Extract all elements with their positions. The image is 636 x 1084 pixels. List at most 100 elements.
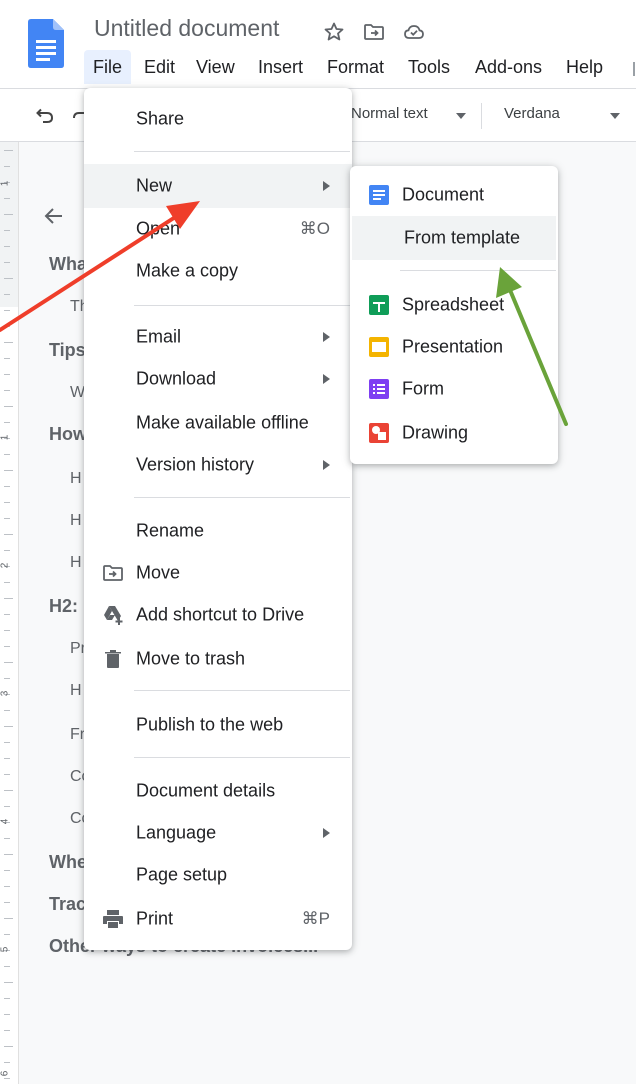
new-drawing[interactable]: Drawing [350, 413, 558, 453]
file-menu-trash[interactable]: Move to trash [84, 639, 352, 679]
menu-item-label: Language [136, 822, 217, 843]
ruler-tick [4, 310, 10, 311]
ruler-tick [4, 470, 13, 471]
menu-help[interactable]: Help [557, 50, 612, 84]
file-menu-move[interactable]: Move [84, 553, 352, 593]
file-menu-open[interactable]: Open ⌘O [84, 209, 352, 249]
submenu-arrow-icon [323, 181, 330, 191]
outline-subheading[interactable]: H [70, 554, 82, 572]
ruler-tick [4, 1046, 13, 1047]
outline-heading[interactable]: Tips [49, 340, 86, 361]
new-form[interactable]: Form [350, 369, 558, 409]
new-document[interactable]: Document [350, 175, 558, 215]
menu-item-label: Document details [136, 780, 276, 801]
new-from-template[interactable]: From template [352, 216, 556, 260]
ruler-tick [4, 550, 10, 551]
star-icon[interactable] [322, 20, 346, 44]
menu-tools[interactable]: Tools [399, 50, 459, 84]
menu-item-label: Make a copy [136, 260, 239, 281]
undo-icon[interactable] [34, 105, 56, 127]
ruler-tick [4, 374, 10, 375]
file-menu-download[interactable]: Download [84, 359, 352, 399]
docs-logo-icon[interactable] [28, 19, 64, 68]
ruler-tick [4, 598, 13, 599]
menu-file[interactable]: File [84, 50, 132, 84]
file-menu-details[interactable]: Document details [84, 771, 352, 811]
file-menu-email[interactable]: Email [84, 317, 352, 357]
outline-heading[interactable]: Trac [49, 894, 86, 915]
move-folder-icon[interactable] [362, 20, 386, 44]
ruler-tick [4, 230, 10, 231]
outline-subheading[interactable]: H [70, 470, 82, 488]
submenu-arrow-icon [323, 460, 330, 470]
ruler-tick [4, 742, 10, 743]
ruler-tick [4, 358, 10, 359]
ruler-tick [4, 710, 10, 711]
ruler-tick [4, 838, 10, 839]
file-menu-publish[interactable]: Publish to the web [84, 705, 352, 745]
file-menu-print[interactable]: Print ⌘P [84, 899, 352, 939]
outline-subheading[interactable]: Fr [70, 726, 85, 744]
menu-format[interactable]: Format [318, 50, 393, 84]
new-spreadsheet[interactable]: Spreadsheet [350, 285, 558, 325]
menu-edit[interactable]: Edit [135, 50, 184, 84]
file-menu-page-setup[interactable]: Page setup [84, 855, 352, 895]
submenu-arrow-icon [323, 828, 330, 838]
ruler-tick [4, 918, 13, 919]
menu-item-label: Rename [136, 520, 205, 541]
ruler-tick [4, 214, 13, 215]
ruler-number: 6 [0, 1070, 11, 1077]
menu-insert[interactable]: Insert [249, 50, 312, 84]
outline-subheading[interactable]: H [70, 512, 82, 530]
ruler-tick [4, 886, 10, 887]
menu-item-label: Print [136, 908, 174, 929]
slides-icon [369, 337, 389, 357]
ruler-tick [4, 342, 13, 343]
toolbar-separator [481, 103, 482, 129]
file-menu-share[interactable]: Share [84, 99, 352, 139]
font-family-select[interactable]: Verdana [504, 105, 560, 122]
paragraph-style-caret-icon[interactable] [456, 113, 466, 119]
file-menu-offline[interactable]: Make available offline [84, 403, 352, 443]
new-presentation[interactable]: Presentation [350, 327, 558, 367]
menubar-overflow-edge [633, 62, 635, 76]
ruler-tick [4, 1014, 10, 1015]
ruler-tick [4, 278, 13, 279]
ruler-tick [4, 262, 10, 263]
forms-icon [369, 379, 389, 399]
menu-divider [134, 305, 350, 306]
outline-heading[interactable]: How [49, 424, 87, 445]
menu-view[interactable]: View [187, 50, 244, 84]
ruler-tick [4, 1030, 10, 1031]
menu-item-label: New [136, 175, 173, 196]
file-menu-version-history[interactable]: Version history [84, 445, 352, 485]
file-menu-make-copy[interactable]: Make a copy [84, 251, 352, 291]
file-menu-add-shortcut[interactable]: Add shortcut to Drive [84, 595, 352, 635]
outline-heading[interactable]: Whe [49, 852, 87, 873]
menu-item-label: Form [402, 378, 444, 399]
paragraph-style-select[interactable]: Normal text [351, 105, 428, 122]
outline-heading[interactable]: H2: [49, 596, 78, 617]
cloud-saved-icon[interactable] [402, 20, 426, 44]
menu-addons[interactable]: Add-ons [466, 50, 551, 84]
file-menu-new[interactable]: New [84, 164, 352, 208]
font-family-caret-icon[interactable] [610, 113, 620, 119]
ruler-tick [4, 518, 10, 519]
outline-subheading[interactable]: W [70, 384, 85, 402]
menu-item-label: Version history [136, 454, 255, 475]
ruler-tick [4, 390, 10, 391]
move-folder-icon [103, 565, 123, 581]
menu-divider [134, 757, 350, 758]
file-menu-rename[interactable]: Rename [84, 511, 352, 551]
outline-heading[interactable]: Wha [49, 254, 87, 275]
menu-item-label: Publish to the web [136, 714, 284, 735]
file-menu-language[interactable]: Language [84, 813, 352, 853]
ruler-tick [4, 806, 10, 807]
ruler-tick [4, 902, 10, 903]
outline-subheading[interactable]: H [70, 682, 82, 700]
ruler-tick [4, 678, 10, 679]
outline-back-arrow-icon[interactable] [42, 204, 66, 228]
ruler-tick [4, 726, 13, 727]
ruler-tick [4, 150, 13, 151]
document-title[interactable]: Untitled document [94, 15, 279, 42]
